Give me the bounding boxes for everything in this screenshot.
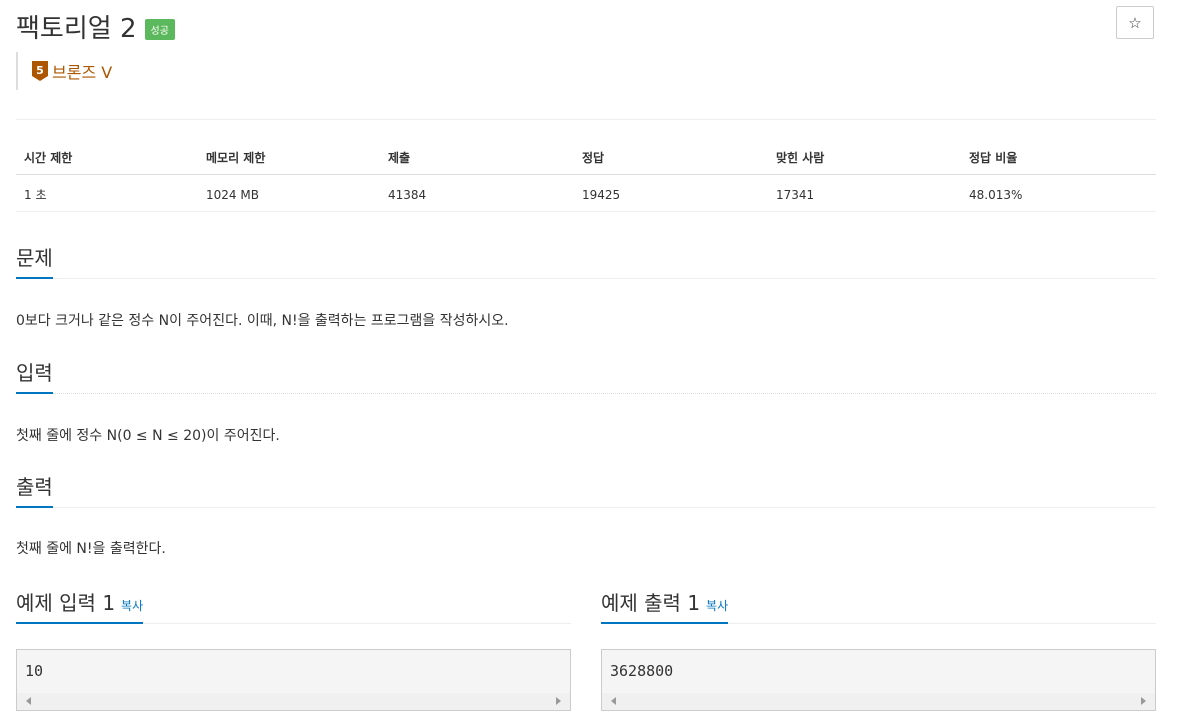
scroll-right-icon[interactable] [556,697,561,705]
status-badge: 성공 [144,19,175,40]
tier-number: 5 [36,64,44,77]
stats-solvers: 17341 [768,174,961,212]
sample-input-title: 예제 입력 1 [16,591,116,615]
divider [16,507,1156,508]
title-row: 팩토리얼 2 성공 [16,8,175,45]
stats-header-row: 시간 제한 메모리 제한 제출 정답 맞힌 사람 정답 비율 [16,140,1156,175]
sample-input-panel: 예제 입력 1 복사 10 [16,587,571,711]
scroll-right-icon[interactable] [1141,697,1146,705]
stats-header-time-limit: 시간 제한 [16,140,198,175]
favorite-button[interactable]: ☆ [1116,6,1154,39]
bronze-tier-icon: 5 [32,61,48,81]
output-description: 첫째 줄에 N!을 출력한다. [16,541,166,557]
input-description: 첫째 줄에 정수 N(0 ≤ N ≤ 20)이 주어진다. [16,428,280,444]
output-section: 출력 첫째 줄에 N!을 출력한다. [16,471,1156,558]
sample-input-value: 10 [25,662,44,680]
divider [16,119,1156,120]
stats-header-ratio: 정답 비율 [961,140,1156,175]
problem-heading: 문제 [16,242,53,279]
stats-accepted: 19425 [574,174,768,212]
sample-input-box[interactable]: 10 [16,649,571,711]
sample-output-box[interactable]: 3628800 [601,649,1156,711]
stats-header-submissions: 제출 [380,140,574,175]
stats-time-limit: 1 초 [16,174,198,212]
sample-output-panel: 예제 출력 1 복사 3628800 [601,587,1156,711]
stats-header-solvers: 맞힌 사람 [768,140,961,175]
sample-output-heading: 예제 출력 1 복사 [601,587,729,624]
stats-header-memory-limit: 메모리 제한 [198,140,380,175]
problem-section: 문제 0보다 크거나 같은 정수 N이 주어진다. 이때, N!을 출력하는 프… [16,242,1156,330]
stats-memory-limit: 1024 MB [198,174,380,212]
tier-box: 5 브론즈 V [16,52,112,90]
problem-stats-table: 시간 제한 메모리 제한 제출 정답 맞힌 사람 정답 비율 1 초 1024 … [16,140,1156,212]
sample-input-heading: 예제 입력 1 복사 [16,587,144,624]
sample-output-value: 3628800 [610,662,674,680]
divider [16,393,1156,395]
input-heading: 입력 [16,357,53,394]
copy-sample-output-button[interactable]: 복사 [706,599,728,613]
scroll-left-icon[interactable] [26,697,31,705]
input-section: 입력 첫째 줄에 정수 N(0 ≤ N ≤ 20)이 주어진다. [16,357,1156,445]
scroll-left-icon[interactable] [611,697,616,705]
stats-header-accepted: 정답 [574,140,768,175]
problem-title: 팩토리얼 2 [16,14,137,44]
divider [16,278,1156,279]
horizontal-scrollbar[interactable] [602,693,1155,710]
star-icon: ☆ [1128,13,1142,32]
stats-value-row: 1 초 1024 MB 41384 19425 17341 48.013% [16,174,1156,212]
output-heading: 출력 [16,471,53,508]
tier-label[interactable]: 브론즈 V [52,59,112,83]
copy-sample-input-button[interactable]: 복사 [121,599,143,613]
horizontal-scrollbar[interactable] [17,693,570,710]
problem-description: 0보다 크거나 같은 정수 N이 주어진다. 이때, N!을 출력하는 프로그램… [16,313,509,329]
sample-output-title: 예제 출력 1 [601,591,701,615]
stats-submissions: 41384 [380,174,574,212]
stats-ratio: 48.013% [961,174,1156,212]
